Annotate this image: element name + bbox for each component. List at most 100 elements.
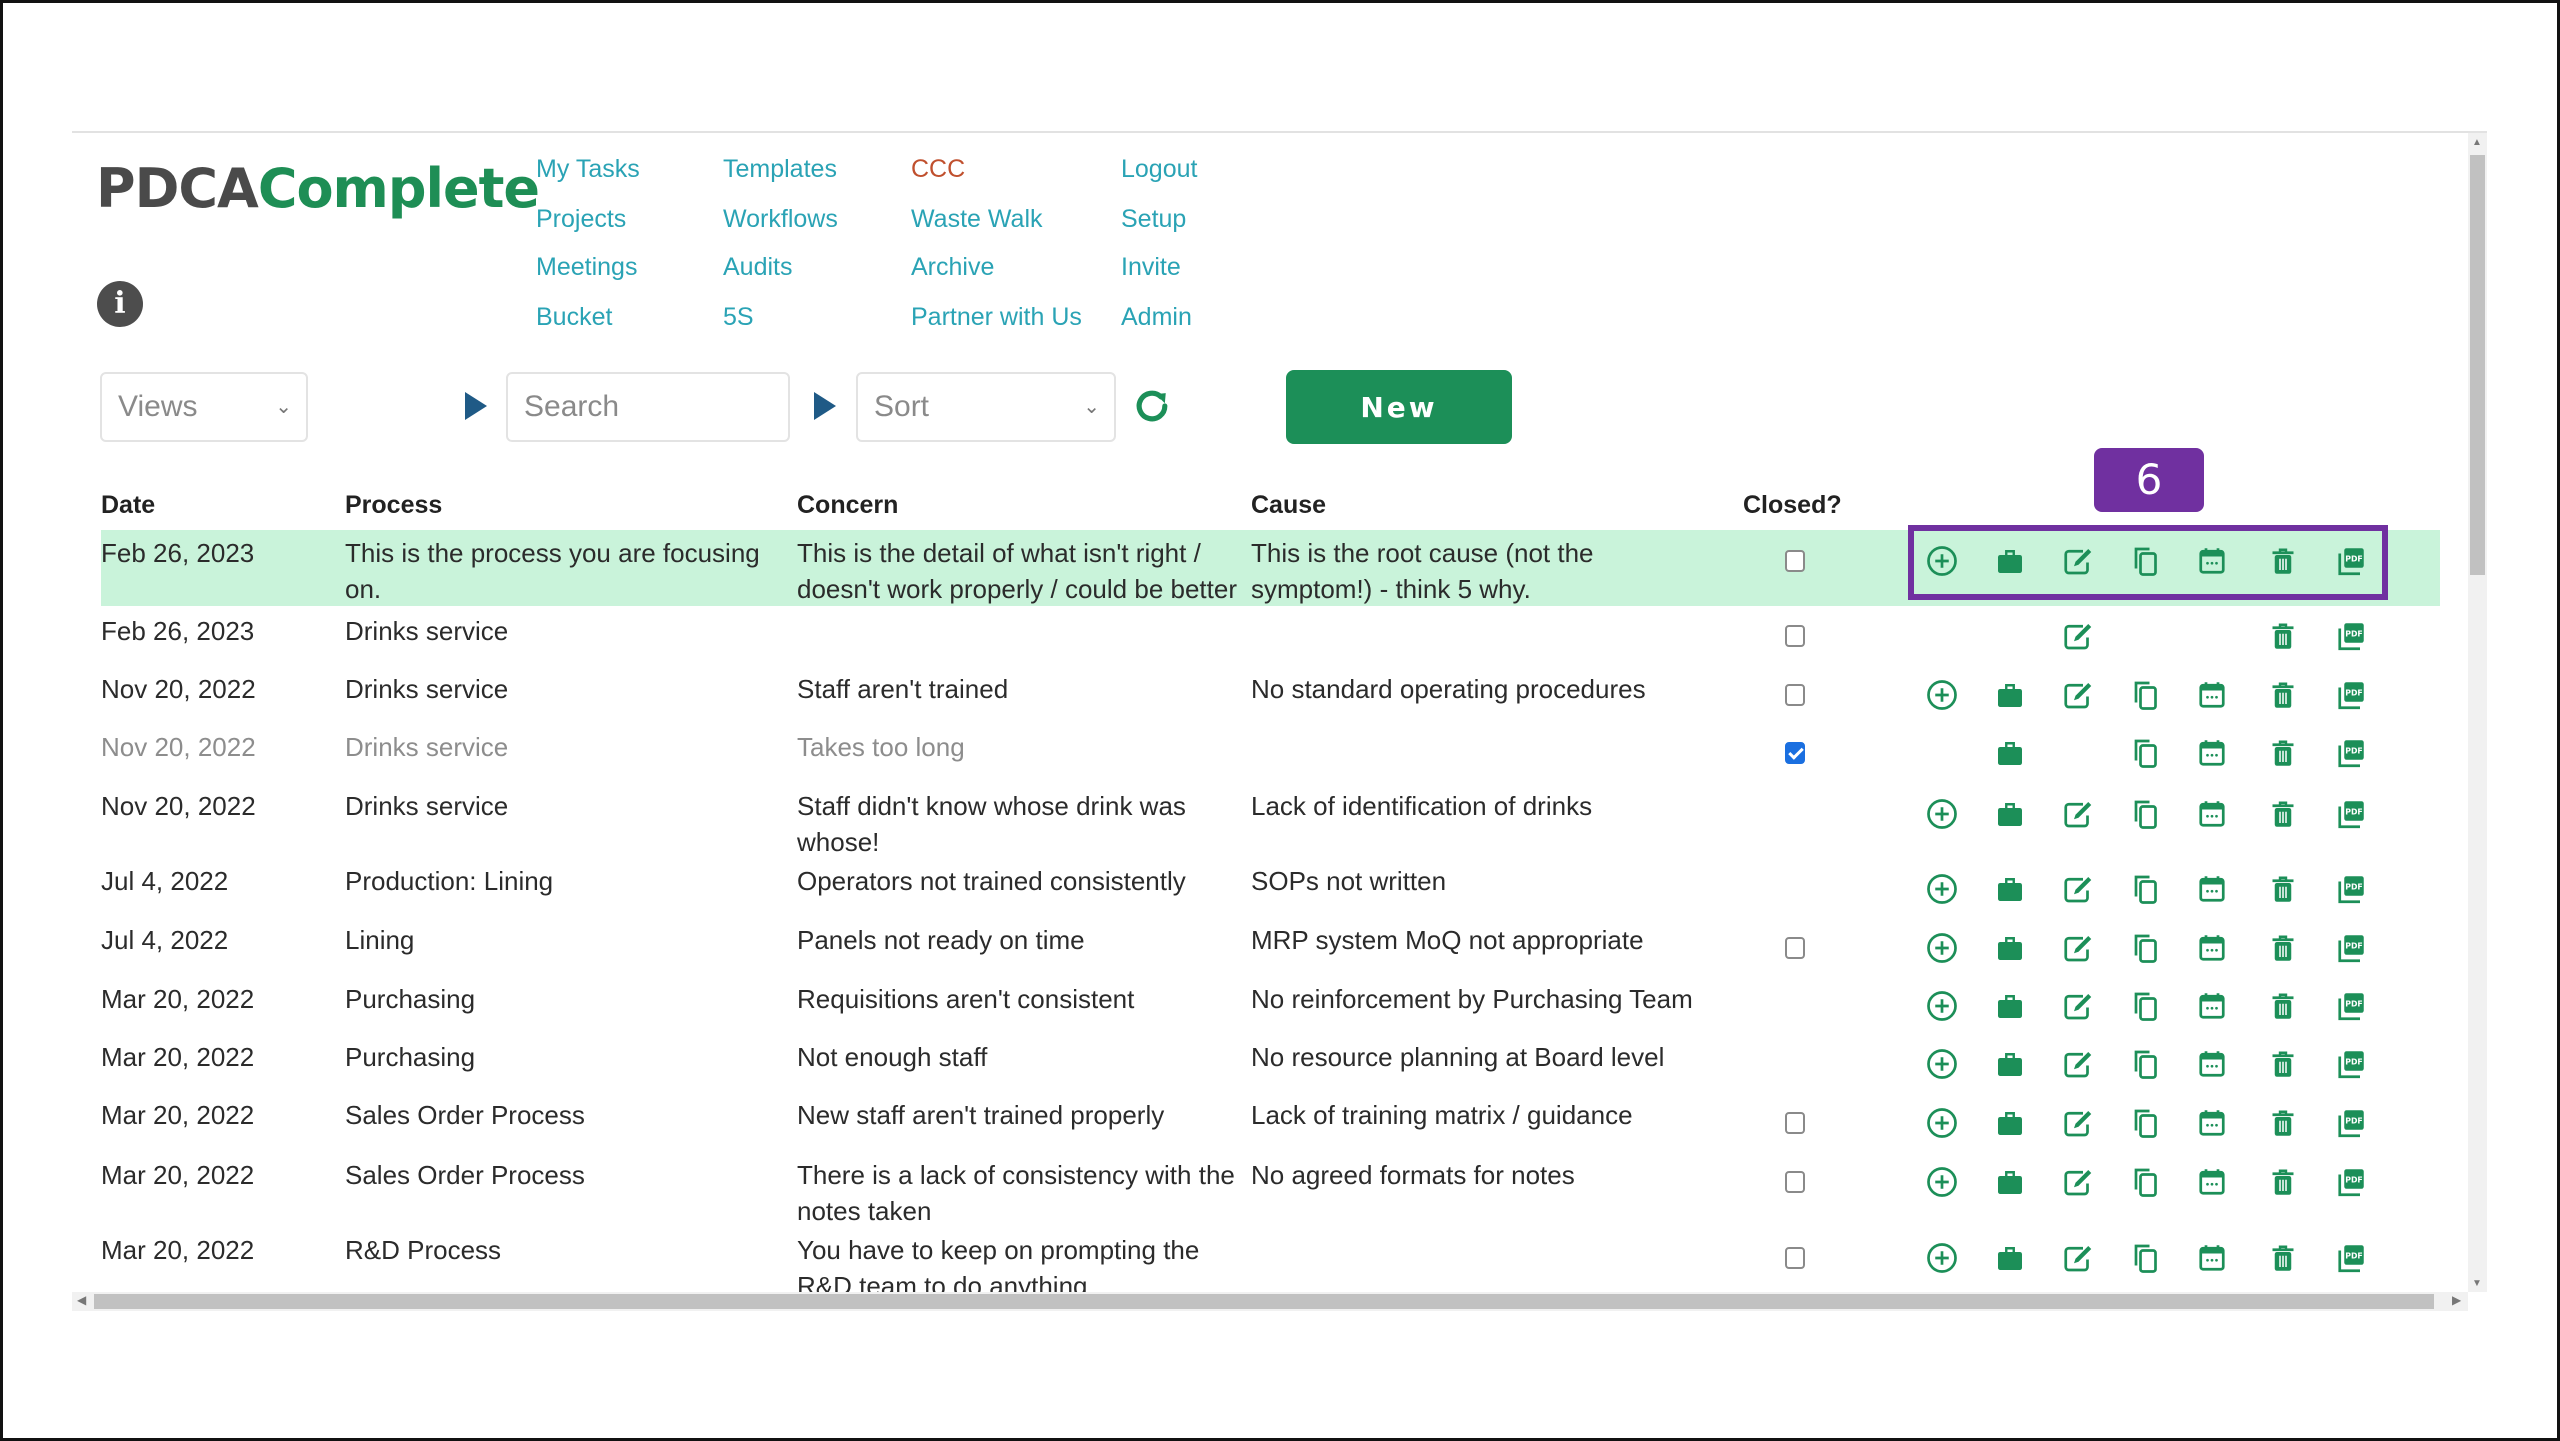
apply-search-arrow-icon[interactable]	[814, 392, 836, 420]
pdf-icon[interactable]: PDF	[2333, 1164, 2369, 1200]
calendar-icon[interactable]	[2194, 1105, 2230, 1141]
add-circle-icon[interactable]	[1924, 677, 1960, 713]
nav-link-templates[interactable]: Templates	[723, 155, 837, 184]
scroll-down-icon[interactable]: ▼	[2472, 1278, 2482, 1289]
pdf-icon[interactable]: PDF	[2333, 677, 2369, 713]
copy-icon[interactable]	[2127, 1164, 2163, 1200]
calendar-icon[interactable]	[2194, 735, 2230, 771]
scroll-right-icon[interactable]: ▶	[2452, 1293, 2461, 1307]
closed-checkbox[interactable]	[1785, 1171, 1805, 1193]
edit-icon[interactable]	[2059, 677, 2095, 713]
nav-link-audits[interactable]: Audits	[723, 253, 792, 282]
copy-icon[interactable]	[2127, 988, 2163, 1024]
pdf-icon[interactable]: PDF	[2333, 735, 2369, 771]
nav-link-ccc[interactable]: CCC	[911, 155, 965, 184]
trash-icon[interactable]	[2265, 1105, 2301, 1141]
refresh-icon[interactable]	[1130, 380, 1174, 432]
briefcase-icon[interactable]	[1992, 1240, 2028, 1276]
nav-link-5s[interactable]: 5S	[723, 303, 754, 332]
edit-icon[interactable]	[2059, 1105, 2095, 1141]
trash-icon[interactable]	[2265, 796, 2301, 832]
trash-icon[interactable]	[2265, 1240, 2301, 1276]
horizontal-scroll-thumb[interactable]	[94, 1294, 2434, 1309]
pdf-icon[interactable]: PDF	[2333, 796, 2369, 832]
nav-link-bucket[interactable]: Bucket	[536, 303, 612, 332]
horizontal-scrollbar[interactable]: ◀ ▶	[72, 1292, 2468, 1311]
pdf-icon[interactable]: PDF	[2333, 930, 2369, 966]
pdf-icon[interactable]: PDF	[2333, 871, 2369, 907]
copy-icon[interactable]	[2127, 677, 2163, 713]
pdf-icon[interactable]: PDF	[2333, 618, 2369, 654]
copy-icon[interactable]	[2127, 1046, 2163, 1082]
search-input[interactable]: Search	[506, 372, 790, 442]
trash-icon[interactable]	[2265, 1046, 2301, 1082]
closed-checkbox[interactable]	[1785, 625, 1805, 647]
add-circle-icon[interactable]	[1924, 796, 1960, 832]
column-header-closed[interactable]: Closed?	[1743, 491, 1842, 520]
briefcase-icon[interactable]	[1992, 796, 2028, 832]
nav-link-projects[interactable]: Projects	[536, 205, 626, 234]
briefcase-icon[interactable]	[1992, 1105, 2028, 1141]
calendar-icon[interactable]	[2194, 1164, 2230, 1200]
edit-icon[interactable]	[2059, 930, 2095, 966]
copy-icon[interactable]	[2127, 930, 2163, 966]
add-circle-icon[interactable]	[1924, 1164, 1960, 1200]
column-header-concern[interactable]: Concern	[797, 491, 898, 520]
add-circle-icon[interactable]	[1924, 1240, 1960, 1276]
views-select[interactable]: Views ⌄	[100, 372, 308, 442]
closed-checkbox[interactable]	[1785, 742, 1805, 764]
pdf-icon[interactable]: PDF	[2333, 1240, 2369, 1276]
scroll-left-icon[interactable]: ◀	[77, 1293, 86, 1307]
edit-icon[interactable]	[2059, 796, 2095, 832]
briefcase-icon[interactable]	[1992, 677, 2028, 713]
edit-icon[interactable]	[2059, 988, 2095, 1024]
nav-link-setup[interactable]: Setup	[1121, 205, 1186, 234]
pdf-icon[interactable]: PDF	[2333, 1105, 2369, 1141]
briefcase-icon[interactable]	[1992, 735, 2028, 771]
calendar-icon[interactable]	[2194, 871, 2230, 907]
briefcase-icon[interactable]	[1992, 988, 2028, 1024]
add-circle-icon[interactable]	[1924, 871, 1960, 907]
trash-icon[interactable]	[2265, 618, 2301, 654]
logo[interactable]: PDCAComplete	[96, 157, 540, 220]
edit-icon[interactable]	[2059, 1164, 2095, 1200]
closed-checkbox[interactable]	[1785, 1112, 1805, 1134]
edit-icon[interactable]	[2059, 1240, 2095, 1276]
trash-icon[interactable]	[2265, 930, 2301, 966]
apply-view-arrow-icon[interactable]	[465, 392, 487, 420]
scroll-up-icon[interactable]: ▲	[2472, 137, 2482, 148]
nav-link-logout[interactable]: Logout	[1121, 155, 1197, 184]
copy-icon[interactable]	[2127, 871, 2163, 907]
nav-link-archive[interactable]: Archive	[911, 253, 994, 282]
closed-checkbox[interactable]	[1785, 937, 1805, 959]
closed-checkbox[interactable]	[1785, 1247, 1805, 1269]
pdf-icon[interactable]: PDF	[2333, 1046, 2369, 1082]
info-icon[interactable]: i	[97, 281, 143, 327]
calendar-icon[interactable]	[2194, 1046, 2230, 1082]
trash-icon[interactable]	[2265, 1164, 2301, 1200]
calendar-icon[interactable]	[2194, 677, 2230, 713]
trash-icon[interactable]	[2265, 988, 2301, 1024]
add-circle-icon[interactable]	[1924, 1046, 1960, 1082]
trash-icon[interactable]	[2265, 871, 2301, 907]
edit-icon[interactable]	[2059, 871, 2095, 907]
column-header-cause[interactable]: Cause	[1251, 491, 1326, 520]
edit-icon[interactable]	[2059, 618, 2095, 654]
closed-checkbox[interactable]	[1785, 550, 1805, 572]
nav-link-workflows[interactable]: Workflows	[723, 205, 838, 234]
nav-link-waste-walk[interactable]: Waste Walk	[911, 205, 1043, 234]
add-circle-icon[interactable]	[1924, 1105, 1960, 1141]
edit-icon[interactable]	[2059, 1046, 2095, 1082]
add-circle-icon[interactable]	[1924, 930, 1960, 966]
copy-icon[interactable]	[2127, 1240, 2163, 1276]
pdf-icon[interactable]: PDF	[2333, 988, 2369, 1024]
nav-link-partner-with-us[interactable]: Partner with Us	[911, 303, 1082, 332]
vertical-scroll-thumb[interactable]	[2470, 155, 2485, 575]
copy-icon[interactable]	[2127, 796, 2163, 832]
column-header-date[interactable]: Date	[101, 491, 155, 520]
calendar-icon[interactable]	[2194, 988, 2230, 1024]
calendar-icon[interactable]	[2194, 930, 2230, 966]
closed-checkbox[interactable]	[1785, 684, 1805, 706]
add-circle-icon[interactable]	[1924, 988, 1960, 1024]
copy-icon[interactable]	[2127, 735, 2163, 771]
